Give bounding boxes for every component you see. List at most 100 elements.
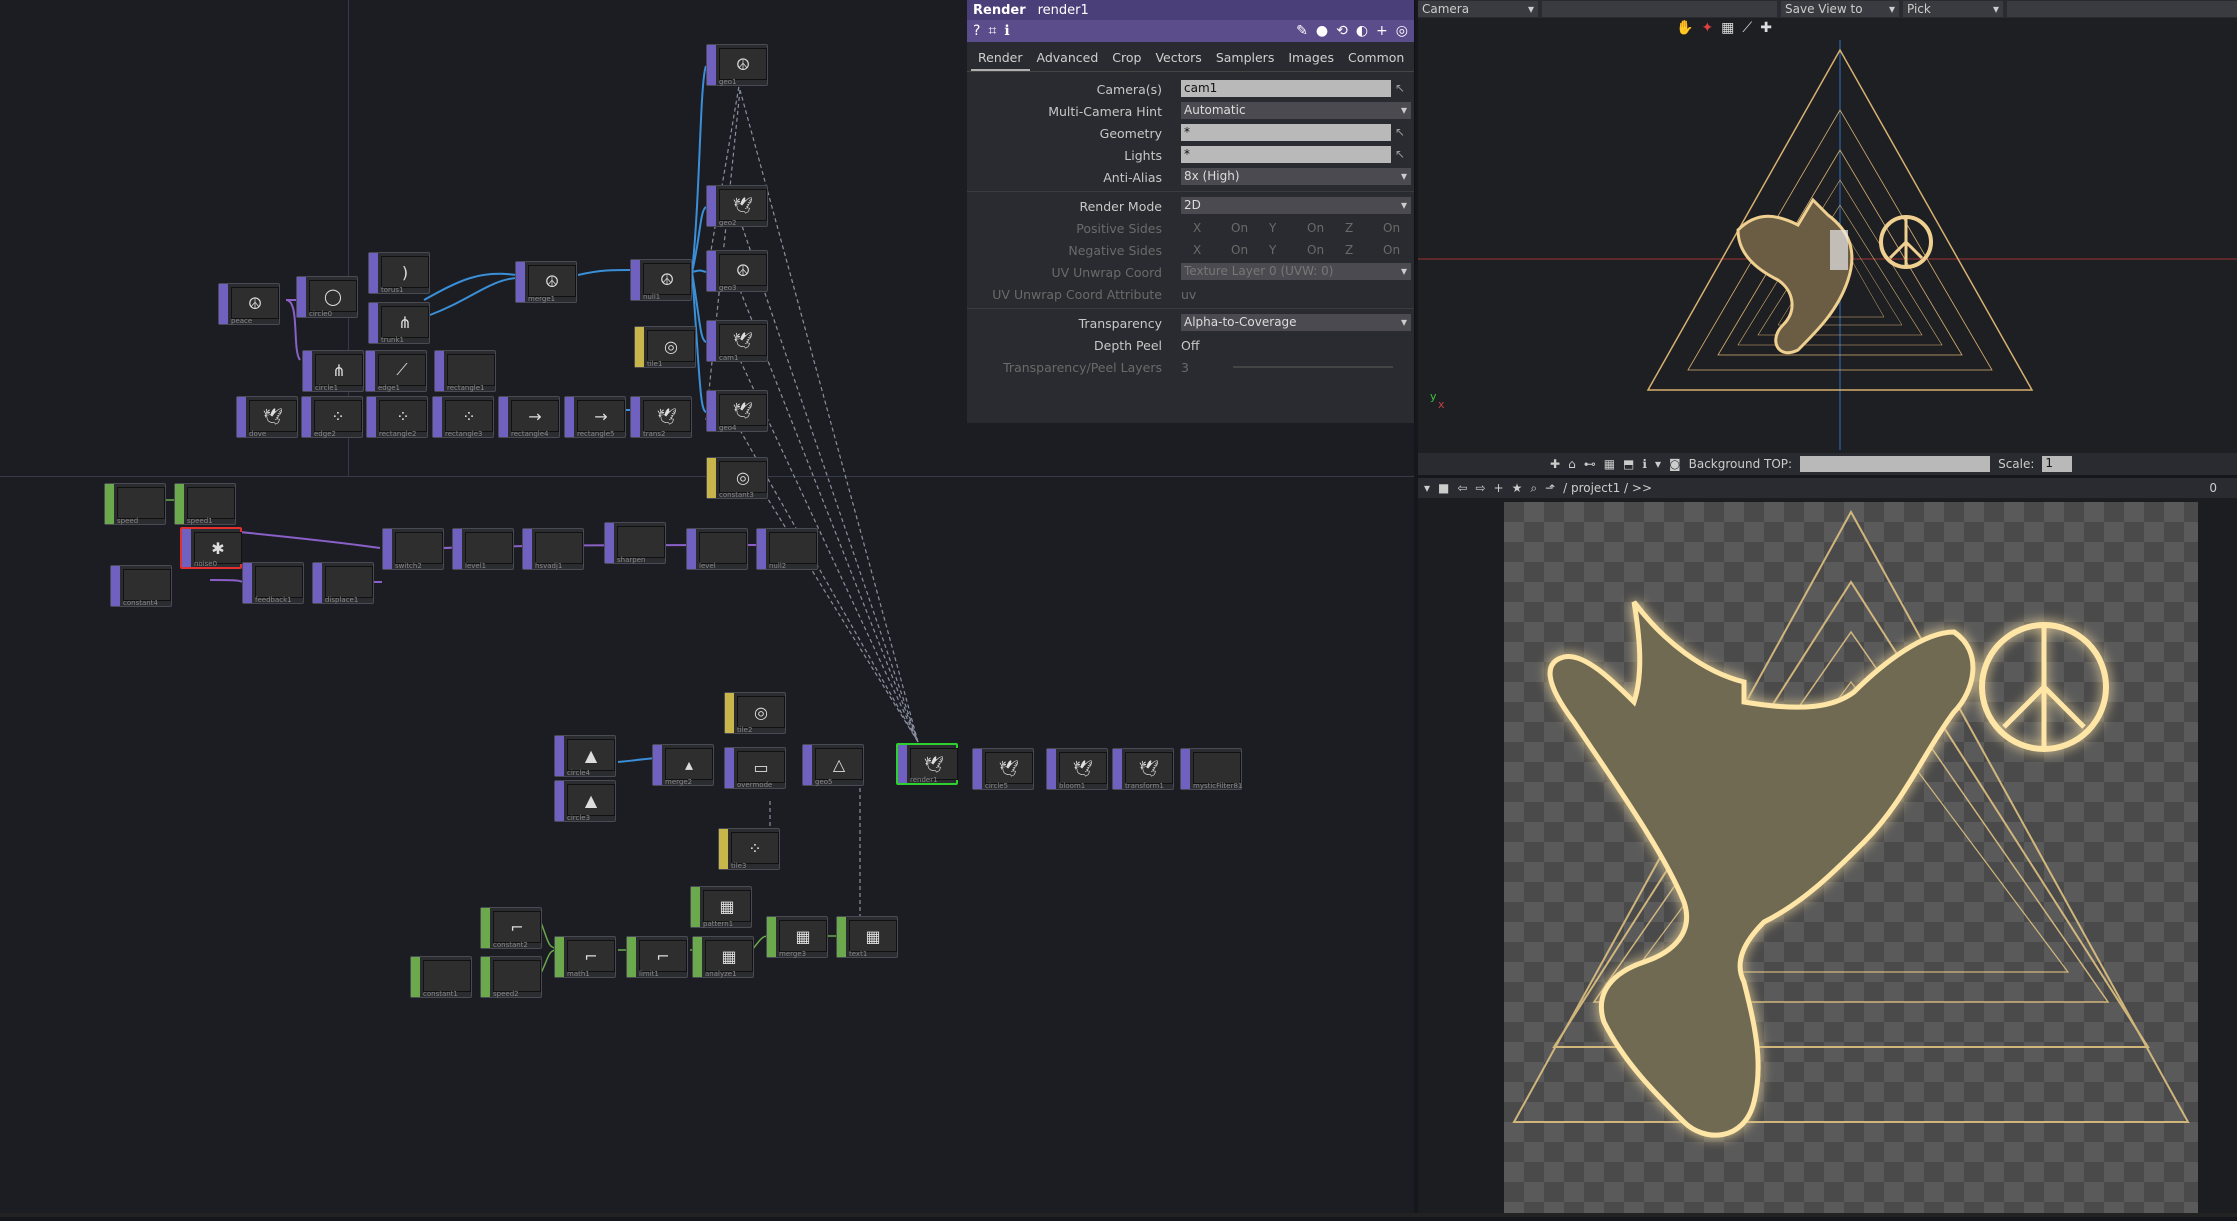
node-speed2[interactable]: speed2 (480, 956, 542, 998)
add-icon[interactable]: ✚ (1760, 20, 1772, 36)
operator-name[interactable]: render1 (1038, 3, 1089, 18)
node-bloom1[interactable]: 🕊 bloom1 (1046, 748, 1108, 790)
node-text1[interactable]: ▦ text1 (836, 916, 898, 958)
node-rect3[interactable]: ⁘ rectangle3 (432, 396, 494, 438)
node-level[interactable]: level (686, 528, 748, 570)
camera-path-field[interactable] (1542, 1, 1777, 17)
tab-images[interactable]: Images (1281, 48, 1341, 71)
node-circle1[interactable]: ⋔ circle1 (302, 350, 364, 392)
node-rect2[interactable]: ⁘ rectangle2 (366, 396, 428, 438)
node-speed1[interactable]: speed1 (174, 483, 236, 525)
node-geo4[interactable]: 🕊 geo4 (706, 390, 768, 432)
node-geo3[interactable]: ☮ geo3 (706, 250, 768, 292)
info-icon[interactable]: ℹ (1642, 457, 1647, 471)
y-toggle[interactable]: On (1307, 243, 1345, 257)
node-cam1[interactable]: 🕊 cam1 (706, 320, 768, 362)
geometry-viewer[interactable]: Camera Save View to Pick ✋ ✦ ▦ ⟋ ✚ x y (1418, 0, 2237, 475)
pencil-icon[interactable]: ✎ (1296, 23, 1308, 39)
node-edge1[interactable]: ⟋ edge1 (365, 350, 427, 392)
tab-common[interactable]: Common (1341, 48, 1411, 71)
node-rect5[interactable]: → rectangle5 (564, 396, 626, 438)
node-analyze1[interactable]: ▦ analyze1 (692, 936, 754, 978)
star-icon[interactable]: ★ (1512, 481, 1523, 495)
network-path[interactable]: / project1 / >> (1563, 481, 1652, 495)
multicam-menu[interactable]: Automatic (1181, 102, 1411, 119)
zoom-icon[interactable]: ⊷ (1584, 457, 1596, 471)
cameras-field[interactable]: cam1 (1181, 80, 1391, 97)
node-math1[interactable]: ⌐ math1 (554, 936, 616, 978)
node-tile3[interactable]: ⁘ tile3 (718, 828, 780, 870)
stop-icon[interactable]: ■ (1438, 481, 1449, 495)
node-edge2[interactable]: ⁘ edge2 (301, 396, 363, 438)
pick-menu[interactable]: Pick (1903, 1, 2003, 17)
depthpeel-toggle[interactable]: Off (1181, 338, 1199, 353)
camera-icon[interactable]: ⌂ (1568, 457, 1576, 471)
up-icon[interactable]: ⬏ (1545, 481, 1555, 495)
add-icon[interactable]: ✚ (1550, 457, 1560, 471)
plus-icon[interactable]: + (1376, 23, 1388, 39)
scale-field[interactable]: 1 (2042, 456, 2073, 472)
node-merge1[interactable]: ☮ merge1 (515, 261, 577, 303)
hand-icon[interactable]: ✋ (1676, 20, 1693, 36)
node-pattern1[interactable]: ▦ pattern1 (690, 886, 752, 928)
python-icon[interactable]: ⌗ (988, 23, 996, 39)
node-circle3[interactable]: ▲ circle3 (554, 780, 616, 822)
peel-layers-slider[interactable] (1233, 366, 1393, 368)
background-field[interactable] (1800, 456, 1991, 472)
lights-field[interactable]: * (1181, 146, 1391, 163)
color-icon[interactable]: ◐ (1356, 23, 1368, 39)
node-circle4[interactable]: ▲ circle4 (554, 735, 616, 777)
geometry-field[interactable]: * (1181, 124, 1391, 141)
node-render1[interactable]: 🕊 render1 (896, 743, 958, 785)
node-trunk1[interactable]: ⋔ trunk1 (368, 302, 430, 344)
pick-icon[interactable]: ↖ (1395, 81, 1405, 95)
tab-samplers[interactable]: Samplers (1209, 48, 1282, 71)
z-toggle[interactable]: On (1383, 221, 1421, 235)
tab-advanced[interactable]: Advanced (1030, 48, 1106, 71)
node-trans2[interactable]: 🕊 trans2 (630, 396, 692, 438)
node-level1[interactable]: level1 (452, 528, 514, 570)
plus-icon[interactable]: + (1494, 481, 1504, 495)
z-toggle[interactable]: On (1383, 243, 1421, 257)
rendermode-menu[interactable]: 2D (1181, 197, 1411, 214)
back-icon[interactable]: ⇦ (1457, 481, 1467, 495)
forward-icon[interactable]: ⇨ (1475, 481, 1485, 495)
node-rect1[interactable]: rectangle1 (434, 350, 496, 392)
node-feedback1[interactable]: feedback1 (242, 562, 304, 604)
node-circle5[interactable]: 🕊 circle5 (972, 748, 1034, 790)
node-constant4[interactable]: constant4 (110, 565, 172, 607)
node-geo5[interactable]: △ geo5 (802, 744, 864, 786)
node-torus1[interactable]: ) torus1 (368, 252, 430, 294)
viewer-field[interactable] (2007, 1, 2237, 17)
node-overmode[interactable]: ▭ overmode (724, 747, 786, 789)
target-icon[interactable]: ◎ (1396, 23, 1408, 39)
node-null2[interactable]: null2 (756, 528, 818, 570)
peel-layers-value[interactable]: 3 (1181, 360, 1189, 375)
node-merge3[interactable]: ▦ merge3 (766, 916, 828, 958)
node-const3[interactable]: ◎ constant3 (706, 457, 768, 499)
y-toggle[interactable]: On (1307, 221, 1345, 235)
uv-coord-menu[interactable]: Texture Layer 0 (UVW: 0) (1181, 263, 1411, 280)
transparency-menu[interactable]: Alpha-to-Coverage (1181, 314, 1411, 331)
node-dove[interactable]: 🕊 dove (236, 396, 298, 438)
node-hsvadj1[interactable]: hsvadj1 (522, 528, 584, 570)
pick-icon[interactable]: ↖ (1395, 125, 1405, 139)
light-icon[interactable]: ✦ (1701, 20, 1713, 36)
uv-attr-value[interactable]: uv (1181, 287, 1196, 302)
antialias-menu[interactable]: 8x (High) (1181, 168, 1411, 185)
tab-crop[interactable]: Crop (1105, 48, 1148, 71)
node-transform1[interactable]: 🕊 transform1 (1112, 748, 1174, 790)
node-geo1[interactable]: ☮ geo1 (706, 44, 768, 86)
help-icon[interactable]: ? (973, 23, 980, 39)
node-geo2[interactable]: 🕊 geo2 (706, 185, 768, 227)
node-const1b[interactable]: constant1 (410, 956, 472, 998)
node-tile1[interactable]: ◎ tile1 (634, 326, 696, 368)
dropdown-icon[interactable]: ▾ (1655, 457, 1661, 471)
camera-menu[interactable]: Camera (1418, 1, 1538, 17)
refresh-icon[interactable]: ⟲ (1336, 23, 1348, 39)
node-tile2[interactable]: ◎ tile2 (724, 692, 786, 734)
top-viewer[interactable]: ▾ ■ ⇦ ⇨ + ★ ⌕ ⬏ / project1 / >> 0 (1418, 478, 2237, 1217)
grid-icon[interactable]: ▦ (1604, 457, 1615, 471)
chevron-down-icon[interactable]: ▾ (1424, 481, 1430, 495)
node-merge2[interactable]: ▴ merge2 (652, 744, 714, 786)
